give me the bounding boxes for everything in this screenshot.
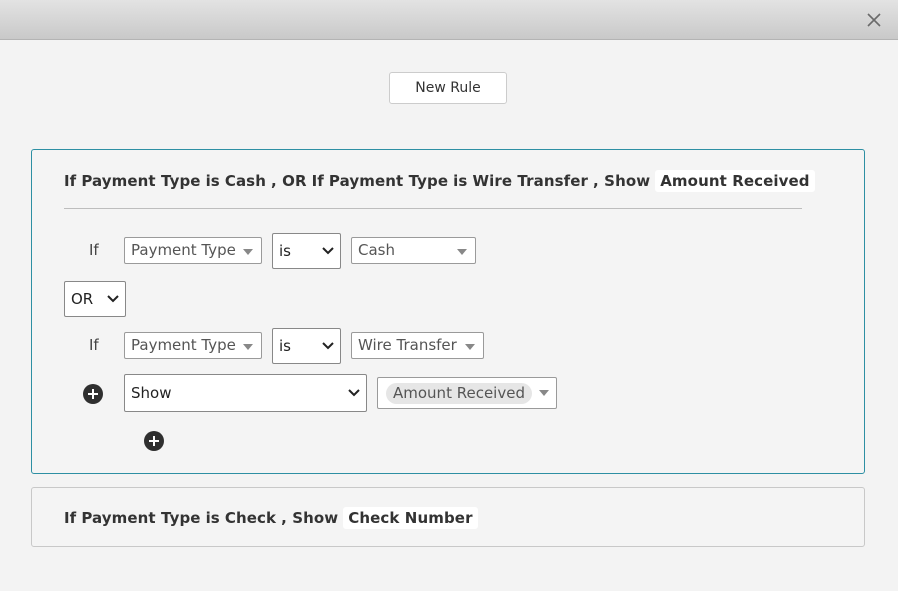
close-icon[interactable] — [864, 10, 884, 30]
operator-select[interactable]: is — [272, 328, 341, 364]
dropdown-arrow-icon — [243, 249, 253, 255]
condition-if-label: If — [89, 241, 99, 259]
summary-target-chip: Amount Received — [655, 170, 815, 192]
summary-target-chip: Check Number — [343, 507, 478, 529]
rule-summary: If Payment Type is Cash, OR If Payment Type is… — [64, 170, 820, 192]
value-dropdown[interactable]: Wire Transfer — [351, 332, 484, 359]
chevron-down-icon — [322, 247, 334, 255]
divider — [64, 208, 802, 209]
chevron-down-icon — [322, 342, 334, 350]
operator-select[interactable]: is — [272, 233, 341, 269]
condition-if-label: If — [89, 336, 99, 354]
rule-panel-2[interactable]: If Payment Type is Check, Show Check Number — [31, 487, 865, 547]
dropdown-arrow-icon — [457, 249, 467, 255]
value-dropdown[interactable]: Cash — [351, 237, 476, 264]
dialog-titlebar — [0, 0, 898, 40]
add-condition-icon[interactable] — [83, 384, 103, 404]
dropdown-arrow-icon — [243, 344, 253, 350]
field-dropdown[interactable]: Payment Type — [124, 332, 262, 359]
add-action-icon[interactable] — [144, 431, 164, 451]
chevron-down-icon — [348, 389, 360, 397]
chevron-down-icon — [107, 295, 119, 303]
rule-panel-1[interactable]: If Payment Type is Cash, OR If Payment Type is… — [31, 149, 865, 474]
rule-summary: If Payment Type is Check, Show Check Number — [64, 507, 483, 529]
field-dropdown[interactable]: Payment Type — [124, 237, 262, 264]
action-select[interactable]: Show — [124, 374, 367, 412]
action-target-field[interactable]: Amount Received — [377, 377, 557, 409]
dropdown-arrow-icon — [539, 390, 549, 396]
target-chip: Amount Received — [386, 383, 532, 404]
join-operator-select[interactable]: OR — [64, 281, 126, 317]
dropdown-arrow-icon — [465, 344, 475, 350]
new-rule-button[interactable]: New Rule — [389, 72, 507, 104]
